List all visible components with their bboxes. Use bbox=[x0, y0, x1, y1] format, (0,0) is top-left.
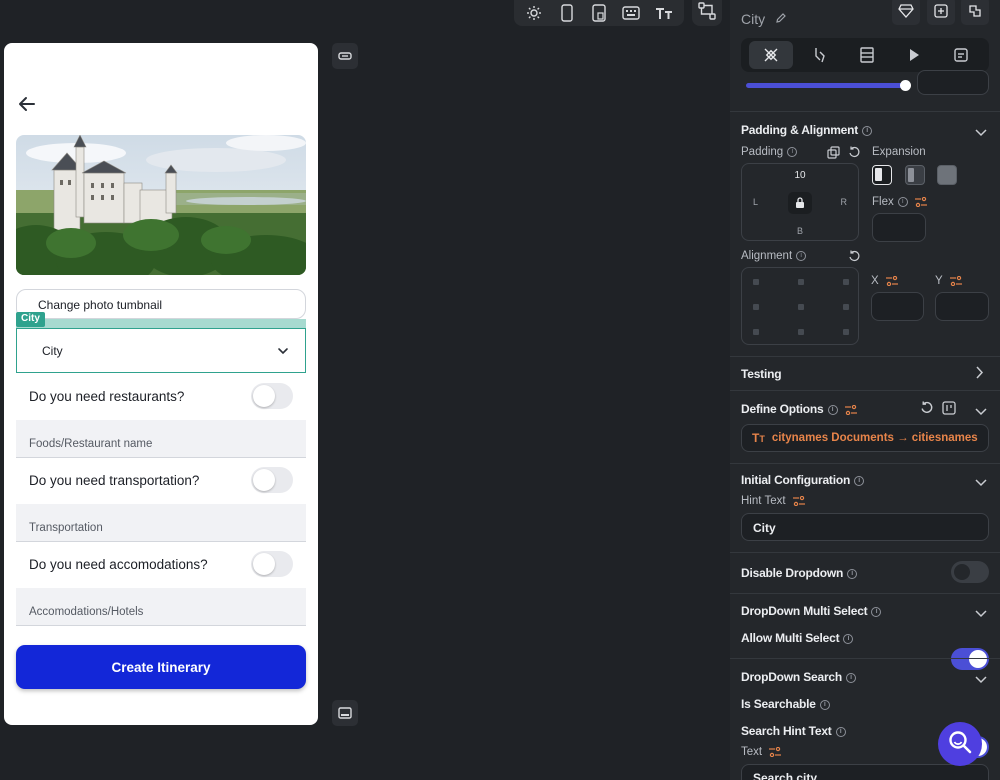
opacity-input[interactable] bbox=[917, 70, 989, 95]
padding-label: Padding i bbox=[741, 146, 798, 158]
allow-multi-select-label: Allow Multi Select i bbox=[741, 631, 854, 645]
diamond-icon[interactable] bbox=[892, 0, 920, 25]
tab-properties[interactable] bbox=[748, 41, 793, 69]
alignment-label: Alignment i bbox=[741, 250, 807, 262]
search-fab[interactable] bbox=[938, 722, 982, 766]
transportation-toggle[interactable] bbox=[251, 467, 293, 493]
tab-actions[interactable] bbox=[800, 41, 840, 69]
tab-documentation[interactable] bbox=[941, 41, 981, 69]
restaurants-question-row: Do you need restaurants? bbox=[16, 377, 306, 415]
tab-animations[interactable] bbox=[894, 41, 934, 69]
accomodations-toggle[interactable] bbox=[251, 551, 293, 577]
chevron-down-icon[interactable] bbox=[975, 403, 987, 421]
reset-icon[interactable] bbox=[848, 146, 861, 164]
accomodations-field[interactable]: Accomodations/Hotels bbox=[16, 588, 306, 626]
restaurants-question-label: Do you need restaurants? bbox=[29, 388, 185, 404]
selection-highlight-bar bbox=[16, 319, 306, 328]
sun-icon[interactable] bbox=[523, 2, 545, 24]
change-photo-button[interactable]: Change photo tumbnail bbox=[16, 289, 306, 319]
city-dropdown[interactable]: City bbox=[16, 328, 306, 373]
device-toolbar bbox=[514, 0, 684, 26]
align-x-label: X bbox=[871, 275, 898, 287]
search-text-label: Text bbox=[741, 746, 782, 758]
connections-toolbar bbox=[692, 0, 722, 26]
is-searchable-label: Is Searchable i bbox=[741, 697, 830, 711]
padding-right-value[interactable]: R bbox=[841, 197, 848, 207]
alignment-reset-icon[interactable] bbox=[848, 250, 861, 268]
search-icon bbox=[947, 729, 973, 760]
define-options-value: citynames Documents → citiesnames bbox=[771, 432, 978, 444]
properties-panel: City Padding & Alignment i Padding i 10 … bbox=[730, 0, 1000, 780]
padding-bottom-value[interactable]: B bbox=[742, 226, 858, 236]
align-y-label: Y bbox=[935, 275, 962, 287]
expansion-expanded-option[interactable] bbox=[937, 165, 957, 185]
text-type-icon: TT bbox=[752, 431, 765, 445]
testing-section-title[interactable]: Testing bbox=[741, 367, 782, 381]
padding-left-value[interactable]: L bbox=[753, 197, 758, 207]
create-itinerary-button[interactable]: Create Itinerary bbox=[16, 645, 306, 689]
keyboard-icon[interactable] bbox=[620, 2, 642, 24]
wrap-widget-icon[interactable] bbox=[961, 0, 989, 25]
initial-config-title[interactable]: Initial Configuration i bbox=[741, 473, 865, 487]
chevron-right-icon[interactable] bbox=[976, 366, 984, 384]
panel-tabs bbox=[741, 38, 989, 72]
opacity-slider-thumb[interactable] bbox=[900, 80, 911, 91]
tablet-icon[interactable] bbox=[588, 2, 610, 24]
phone-icon[interactable] bbox=[556, 2, 578, 24]
chevron-down-icon bbox=[277, 344, 289, 358]
reset-icon[interactable] bbox=[920, 401, 934, 420]
multi-select-title[interactable]: DropDown Multi Select i bbox=[741, 604, 882, 618]
transportation-question-label: Do you need transportation? bbox=[29, 472, 200, 488]
text-size-icon[interactable] bbox=[653, 2, 675, 24]
transportation-question-row: Do you need transportation? bbox=[16, 461, 306, 499]
phone-preview: Change photo tumbnail City City Do you n… bbox=[4, 43, 318, 725]
castle-photo bbox=[16, 135, 306, 275]
align-y-input[interactable] bbox=[935, 292, 989, 321]
widget-name-row: City bbox=[741, 11, 787, 27]
connections-icon[interactable] bbox=[698, 1, 716, 25]
search-hint-input[interactable]: Search city bbox=[741, 764, 989, 780]
hint-text-input[interactable]: City bbox=[741, 513, 989, 541]
add-component-icon[interactable] bbox=[927, 0, 955, 25]
dropdown-search-title[interactable]: DropDown Search i bbox=[741, 670, 857, 684]
expansion-flexible-option[interactable] bbox=[905, 165, 925, 185]
chevron-down-icon[interactable] bbox=[975, 605, 987, 623]
padding-section-title[interactable]: Padding & Alignment i bbox=[741, 123, 873, 137]
bottom-bar-toggle-button[interactable] bbox=[332, 700, 358, 726]
allow-multi-select-toggle[interactable] bbox=[951, 648, 989, 670]
padding-top-value[interactable]: 10 bbox=[742, 170, 858, 181]
restaurants-toggle[interactable] bbox=[251, 383, 293, 409]
tab-backend-query[interactable] bbox=[847, 41, 887, 69]
chevron-down-icon[interactable] bbox=[975, 671, 987, 689]
chevron-down-icon[interactable] bbox=[975, 124, 987, 142]
define-options-source-field[interactable]: TT citynames Documents → citiesnames bbox=[741, 424, 989, 452]
resize-handle-button[interactable] bbox=[332, 43, 358, 69]
edit-pencil-icon[interactable] bbox=[775, 11, 787, 27]
copy-icon[interactable] bbox=[827, 146, 840, 164]
city-dropdown-value: City bbox=[42, 343, 63, 358]
disable-dropdown-title: Disable Dropdown i bbox=[741, 566, 858, 580]
opacity-slider-track[interactable] bbox=[746, 83, 906, 88]
generate-icon[interactable] bbox=[942, 401, 956, 420]
accomodations-question-label: Do you need accomodations? bbox=[29, 556, 208, 572]
align-x-input[interactable] bbox=[871, 292, 924, 321]
alignment-grid[interactable] bbox=[741, 267, 859, 345]
widget-name: City bbox=[741, 11, 766, 27]
flex-label: Flex i bbox=[872, 196, 927, 208]
search-hint-text-title[interactable]: Search Hint Text i bbox=[741, 724, 846, 738]
expansion-tight-option[interactable] bbox=[872, 165, 892, 185]
expansion-label: Expansion bbox=[872, 146, 926, 158]
define-options-title[interactable]: Define Options i bbox=[741, 402, 857, 416]
padding-box[interactable]: 10 L R B bbox=[741, 163, 859, 241]
chevron-down-icon[interactable] bbox=[975, 474, 987, 492]
accomodations-question-row: Do you need accomodations? bbox=[16, 545, 306, 583]
selected-widget-tag: City bbox=[16, 312, 45, 327]
disable-dropdown-toggle[interactable] bbox=[951, 561, 989, 583]
transportation-field[interactable]: Transportation bbox=[16, 504, 306, 542]
lock-icon[interactable] bbox=[788, 192, 812, 214]
hint-text-label: Hint Text bbox=[741, 495, 805, 507]
back-arrow-icon[interactable] bbox=[16, 93, 38, 115]
restaurant-name-field[interactable]: Foods/Restaurant name bbox=[16, 420, 306, 458]
flex-input[interactable] bbox=[872, 213, 926, 242]
